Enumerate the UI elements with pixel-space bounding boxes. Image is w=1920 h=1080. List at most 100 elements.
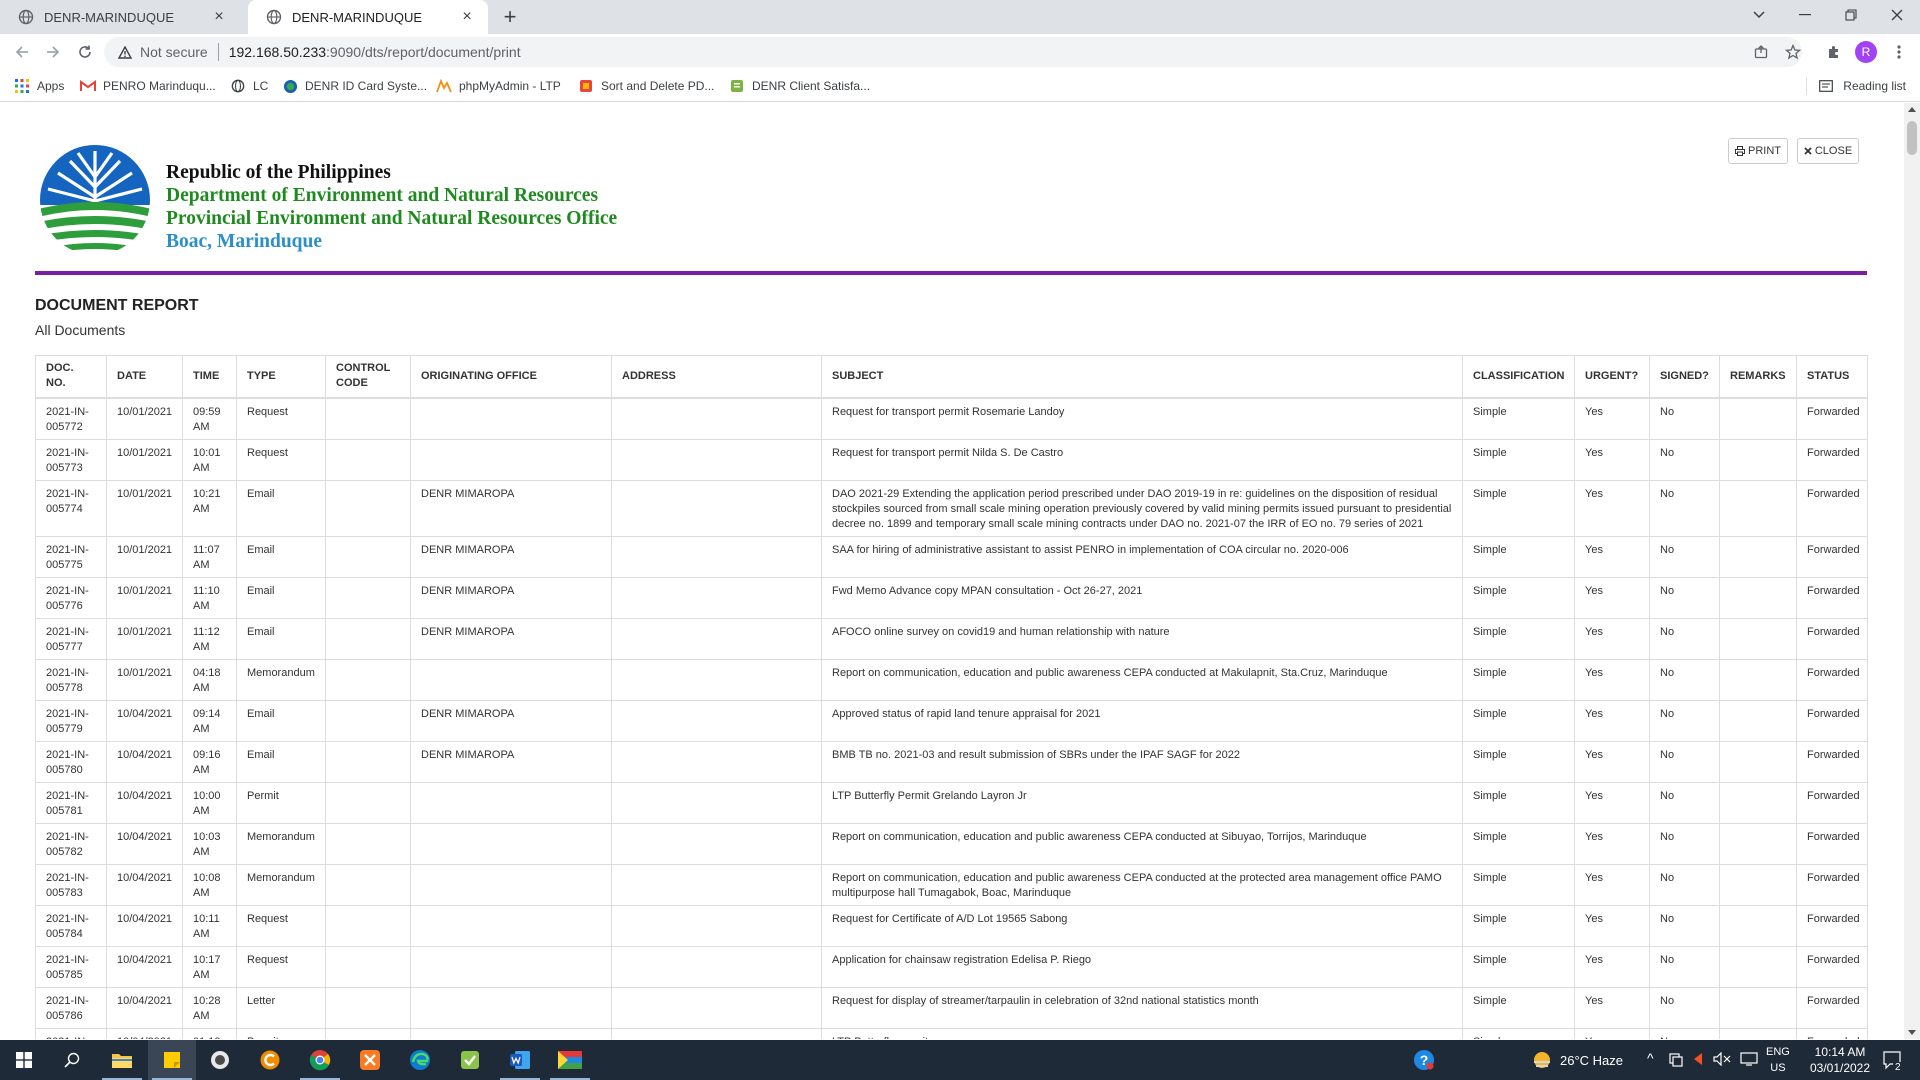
table-cell: 10/01/2021 <box>106 479 183 537</box>
bookmark-lc[interactable]: LC <box>230 76 268 96</box>
weather-text[interactable]: 26°C Haze <box>1560 1053 1623 1068</box>
security-status[interactable]: Not secure <box>140 44 208 60</box>
table-cell <box>611 781 822 824</box>
minimize-icon[interactable] <box>1782 0 1828 30</box>
table-cell: 10/04/2021 <box>106 740 183 783</box>
forward-icon[interactable] <box>41 40 65 64</box>
bookmark-label: Apps <box>37 79 65 93</box>
table-cell <box>611 617 822 660</box>
reload-icon[interactable] <box>73 40 97 64</box>
close-button[interactable]: CLOSE <box>1797 138 1859 164</box>
profile-avatar[interactable]: R <box>1855 41 1877 63</box>
table-cell: 10:17 AM <box>182 945 237 988</box>
table-cell <box>1719 904 1797 947</box>
table-cell: Yes <box>1574 904 1650 947</box>
table-cell: Request for transport permit Nilda S. De… <box>821 438 1463 481</box>
table-cell: DAO 2021-29 Extending the application pe… <box>821 479 1463 537</box>
orange-c-app-icon[interactable] <box>246 1040 294 1080</box>
table-cell: Email <box>236 740 326 783</box>
clock[interactable]: 10:14 AM 03/01/2022 <box>1802 1044 1878 1076</box>
table-cell: 2021-IN-005787 <box>35 1027 107 1039</box>
org-line-location: Boac, Marinduque <box>166 231 323 252</box>
bookmark-sort-pdf[interactable]: Sort and Delete PD... <box>578 76 714 96</box>
browser-tab-2[interactable]: DENR-MARINDUQUE × <box>248 0 488 34</box>
table-cell: Request <box>236 945 326 988</box>
page-scrollbar[interactable] <box>1904 103 1920 1039</box>
table-cell: No <box>1649 535 1720 578</box>
column-header: DATE <box>106 355 183 399</box>
menu-icon[interactable] <box>1887 40 1911 64</box>
display-icon[interactable] <box>1740 1052 1758 1069</box>
file-explorer-icon[interactable] <box>98 1040 146 1080</box>
table-cell: 2021-IN-005779 <box>35 699 107 742</box>
table-cell: 11:10 AM <box>182 576 237 619</box>
table-cell <box>1719 1027 1797 1039</box>
table-header-row: DOC. NO. DATE TIME TYPE CONTROL CODE ORIGINAT… <box>35 355 1868 399</box>
table-cell: 10/01/2021 <box>106 535 183 578</box>
network-icon[interactable] <box>1669 1051 1683 1070</box>
table-cell: No <box>1649 1027 1720 1039</box>
warning-icon[interactable] <box>118 45 132 59</box>
windows-start-icon[interactable] <box>0 1040 48 1080</box>
show-hidden-icons-icon[interactable]: ^ <box>1647 1050 1654 1066</box>
scroll-thumb[interactable] <box>1907 121 1917 155</box>
share-icon[interactable] <box>1749 40 1773 64</box>
hs-app-icon[interactable] <box>196 1040 244 1080</box>
language-indicator[interactable]: ENG US <box>1766 1044 1790 1076</box>
word-icon[interactable] <box>496 1040 544 1080</box>
close-tab-icon[interactable]: × <box>458 8 476 26</box>
weather-icon[interactable] <box>1518 1040 1566 1080</box>
address-bar[interactable]: Not secure 192.168.50.233:9090/dts/repor… <box>104 37 1802 67</box>
table-cell <box>1719 617 1797 660</box>
xampp-icon[interactable] <box>346 1040 394 1080</box>
table-cell: Report on communication, education and p… <box>821 658 1463 701</box>
green-app-icon[interactable] <box>446 1040 494 1080</box>
search-icon[interactable] <box>48 1040 96 1080</box>
new-tab-icon[interactable]: + <box>498 4 522 29</box>
table-cell: Forwarded <box>1796 781 1868 824</box>
scroll-down-arrow-icon[interactable] <box>1908 1030 1916 1035</box>
table-cell: SAA for hiring of administrative assista… <box>821 535 1463 578</box>
tab-title: DENR-MARINDUQUE <box>292 9 422 25</box>
table-cell: 2021-IN-005774 <box>35 479 107 537</box>
flag-app-icon[interactable] <box>546 1040 594 1080</box>
table-cell: 10/04/2021 <box>106 863 183 906</box>
table-cell <box>325 535 411 578</box>
edge-icon[interactable] <box>396 1040 444 1080</box>
bookmark-denr-id[interactable]: DENR ID Card Syste... <box>282 76 427 96</box>
bookmark-phpmyadmin[interactable]: phpMyAdmin - LTP <box>436 76 561 96</box>
table-cell: 10/04/2021 <box>106 1027 183 1039</box>
table-cell <box>611 479 822 537</box>
sticky-notes-icon[interactable] <box>148 1040 196 1080</box>
table-cell: LTP Butterfly Permit Grelando Layron Jr <box>821 781 1463 824</box>
restore-icon[interactable] <box>1828 0 1874 30</box>
tab-search-icon[interactable] <box>1736 0 1782 30</box>
bookmark-client-satisfaction[interactable]: DENR Client Satisfa... <box>729 76 870 96</box>
print-button[interactable]: PRINT <box>1728 138 1788 164</box>
table-cell: No <box>1649 438 1720 481</box>
help-icon[interactable]: ? <box>1400 1040 1448 1080</box>
back-icon[interactable] <box>10 40 34 64</box>
alert-flag-icon[interactable] <box>1692 1051 1704 1070</box>
bookmark-apps[interactable]: Apps <box>14 76 64 96</box>
table-cell: 2021-IN-005782 <box>35 822 107 865</box>
bookmark-penro[interactable]: PENRO Marinduqu... <box>80 76 216 96</box>
browser-tab-1[interactable]: DENR-MARINDUQUE × <box>0 0 240 34</box>
reading-list-button[interactable]: Reading list <box>1806 76 1906 96</box>
clock-date: 03/01/2022 <box>1809 1061 1871 1075</box>
notification-count: 2 <box>1893 1062 1903 1073</box>
table-cell: Letter <box>236 986 326 1029</box>
close-window-icon[interactable] <box>1874 0 1920 30</box>
extensions-icon[interactable] <box>1822 40 1846 64</box>
table-cell <box>1719 740 1797 783</box>
table-cell <box>325 904 411 947</box>
close-tab-icon[interactable]: × <box>210 8 228 26</box>
column-header: CLASSIFICATION <box>1462 355 1575 399</box>
chrome-icon[interactable] <box>296 1040 344 1080</box>
speaker-muted-icon[interactable] <box>1713 1051 1731 1069</box>
table-cell: 2021-IN-005786 <box>35 986 107 1029</box>
scroll-up-arrow-icon[interactable] <box>1908 107 1916 112</box>
bookmark-star-icon[interactable] <box>1781 40 1805 64</box>
tab-strip: DENR-MARINDUQUE × DENR-MARINDUQUE × + <box>0 0 1920 34</box>
table-cell <box>410 904 612 947</box>
